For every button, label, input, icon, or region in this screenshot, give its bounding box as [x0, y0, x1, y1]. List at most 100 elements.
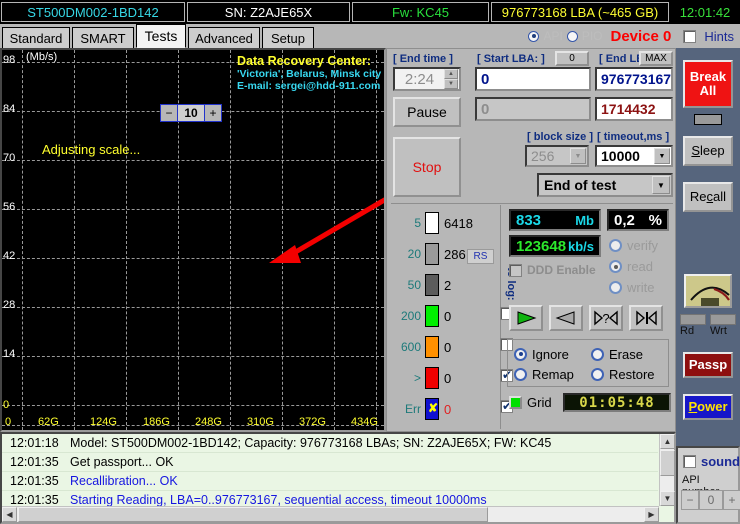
- histogram-threshold: >: [413, 371, 421, 385]
- x-tick-1: 62G: [38, 416, 59, 428]
- tab-tests[interactable]: Tests: [136, 24, 186, 48]
- end-lba-input[interactable]: 976773167: [595, 67, 673, 91]
- speed-histogram: 5 6418 20 286 50 2 200 0 600 0 > 0 Err ✘…: [391, 205, 501, 429]
- radio-pio[interactable]: [566, 30, 578, 42]
- api-increase-button[interactable]: +: [723, 490, 740, 510]
- log-vertical-scrollbar[interactable]: ▲ ▼: [659, 434, 675, 506]
- play-forward-button[interactable]: [509, 305, 543, 331]
- banner-line-3: E-mail: sergei@hdd-911.com: [237, 80, 381, 92]
- timeout-select[interactable]: 10000 ▼: [595, 145, 673, 167]
- rs-button[interactable]: RS: [467, 249, 494, 264]
- activity-gauge: [684, 274, 732, 308]
- mode-option-write[interactable]: write: [609, 277, 658, 298]
- sound-checkbox[interactable]: [683, 455, 696, 468]
- y-tick-2: 70: [3, 152, 16, 164]
- mode-option-verify[interactable]: verify: [609, 235, 658, 256]
- scale-increase-button[interactable]: +: [204, 105, 221, 121]
- start-lba-zero-button[interactable]: 0: [555, 51, 589, 66]
- chart-scale-stepper[interactable]: − 10 +: [160, 104, 222, 122]
- seek-query-button[interactable]: ?: [589, 305, 623, 331]
- sleep-button[interactable]: SSleepleep: [683, 136, 733, 166]
- histogram-threshold: 600: [400, 340, 421, 354]
- end-time-spin-down-icon[interactable]: ▼: [444, 79, 458, 89]
- action-option-remap[interactable]: Remap: [514, 367, 591, 382]
- play-reverse-button[interactable]: [549, 305, 583, 331]
- chevron-down-icon[interactable]: ▼: [570, 148, 586, 164]
- radio-write[interactable]: [609, 281, 622, 294]
- radio-restore[interactable]: [591, 367, 604, 381]
- radio-remap[interactable]: [514, 367, 527, 381]
- stop-button[interactable]: Stop: [393, 137, 461, 197]
- hscroll-thumb[interactable]: [18, 507, 488, 522]
- test-control-panel: [ End time ] 2:24 ▲ ▼ [ Start LBA: ] 0 0…: [386, 48, 676, 444]
- scroll-right-icon[interactable]: ▶: [644, 507, 659, 522]
- end-lba-max-button[interactable]: MAX: [639, 51, 673, 66]
- end-time-spin-up-icon[interactable]: ▲: [444, 69, 458, 79]
- mode-option-read[interactable]: read: [609, 256, 658, 277]
- pause-button[interactable]: Pause: [393, 97, 461, 127]
- radio-erase[interactable]: [591, 347, 604, 361]
- histogram-swatch: [425, 212, 439, 234]
- ddd-enable-row[interactable]: DDD Enable: [509, 263, 596, 277]
- scroll-up-icon[interactable]: ▲: [660, 434, 675, 449]
- end-time-spinner[interactable]: ▲ ▼: [444, 69, 458, 89]
- speed-graph-panel[interactable]: 98 84 70 56 42 28 14 0 (Mb/s) 0 62G 124G…: [0, 48, 386, 432]
- y-tick-0: 98: [3, 54, 16, 66]
- tab-standard[interactable]: Standard: [2, 27, 70, 48]
- log-row[interactable]: 12:01:35 Recallibration... OK: [2, 472, 658, 491]
- power-button[interactable]: PowerPower: [683, 394, 733, 420]
- end-time-field[interactable]: 2:24 ▲ ▼: [393, 67, 461, 91]
- break-all-button[interactable]: Break All: [683, 60, 733, 108]
- action-option-restore[interactable]: Restore: [591, 367, 668, 382]
- start-lba-input[interactable]: 0: [475, 67, 591, 91]
- x-tick-6: 372G: [299, 416, 326, 428]
- log-panel[interactable]: 12:01:18 Model: ST500DM002-1BD142; Capac…: [0, 432, 676, 524]
- sound-toggle-row[interactable]: sound: [683, 454, 740, 469]
- chevron-down-icon[interactable]: ▼: [654, 148, 670, 164]
- playback-button-group: ?: [509, 305, 669, 333]
- passport-button[interactable]: Passp: [683, 352, 733, 378]
- radio-verify[interactable]: [609, 239, 622, 252]
- action-option-erase[interactable]: Erase: [591, 347, 668, 362]
- device-number-label: Device 0: [610, 27, 672, 45]
- hints-checkbox[interactable]: [683, 29, 697, 43]
- progress-percent-display: 0,2 %: [607, 209, 669, 231]
- log-row[interactable]: 12:01:18 Model: ST500DM002-1BD142; Capac…: [2, 434, 658, 453]
- tab-setup[interactable]: Setup: [262, 27, 314, 48]
- speed-graph-canvas[interactable]: 98 84 70 56 42 28 14 0 (Mb/s) 0 62G 124G…: [2, 50, 384, 430]
- radio-write-label: write: [627, 280, 655, 295]
- log-row[interactable]: 12:01:35 Get passport... OK: [2, 453, 658, 472]
- end-time-value: 2:24: [404, 70, 435, 88]
- scroll-down-icon[interactable]: ▼: [660, 491, 675, 506]
- tab-advanced[interactable]: Advanced: [188, 27, 260, 48]
- scroll-left-icon[interactable]: ◀: [2, 507, 17, 522]
- radio-read[interactable]: [609, 260, 622, 273]
- chevron-down-icon[interactable]: ▼: [652, 176, 670, 194]
- scale-decrease-button[interactable]: −: [161, 105, 178, 121]
- right-action-column: Break All SSleepleep RecallRecall Rd Wrt…: [676, 48, 740, 432]
- api-decrease-button[interactable]: −: [681, 490, 699, 510]
- radio-verify-label: verify: [627, 238, 659, 253]
- block-size-select[interactable]: 256 ▼: [525, 145, 589, 167]
- end-of-test-select[interactable]: End of test ▼: [537, 173, 673, 197]
- grid-toggle-label: Grid: [527, 395, 552, 410]
- device-serial: SN: Z2AJE65X: [187, 2, 350, 22]
- histogram-count: 6418: [444, 215, 473, 231]
- x-tick-4: 248G: [195, 416, 222, 428]
- radio-api[interactable]: [528, 30, 540, 42]
- y-tick-5: 28: [3, 299, 16, 311]
- tab-smart[interactable]: SMART: [72, 27, 134, 48]
- log-horizontal-scrollbar[interactable]: ◀ ▶: [2, 506, 659, 522]
- action-option-ignore[interactable]: Ignore: [514, 347, 591, 362]
- histogram-swatch: [425, 367, 439, 389]
- radio-pio-label: PIO: [581, 29, 603, 43]
- vscroll-thumb[interactable]: [660, 450, 675, 476]
- recall-button[interactable]: RecallRecall: [683, 182, 733, 212]
- ddd-enable-checkbox[interactable]: [509, 263, 522, 277]
- seek-start-icon: [636, 310, 657, 326]
- seek-start-button[interactable]: [629, 305, 663, 331]
- api-number-stepper[interactable]: − 0 +: [681, 490, 740, 510]
- grid-toggle-indicator[interactable]: [509, 396, 522, 409]
- grid-toggle-row[interactable]: Grid: [509, 395, 552, 410]
- radio-ignore[interactable]: [514, 347, 527, 361]
